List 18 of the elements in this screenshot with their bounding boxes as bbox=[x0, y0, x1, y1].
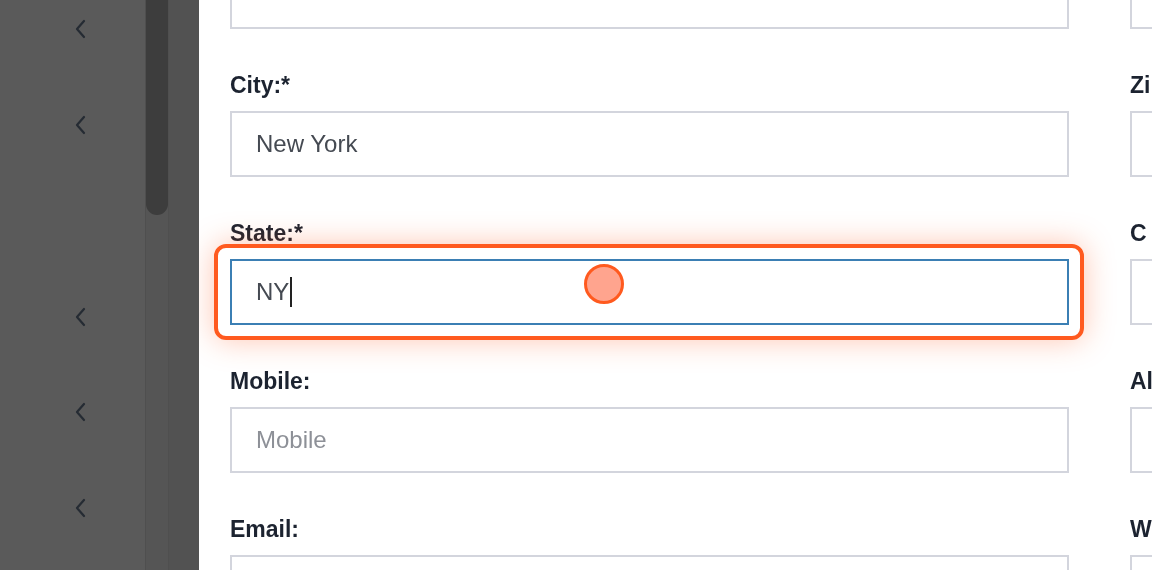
chevron-left-icon[interactable] bbox=[74, 19, 86, 39]
chevron-left-icon[interactable] bbox=[74, 498, 86, 518]
text-field[interactable]: Mobile bbox=[230, 407, 1069, 473]
field-label: Zi bbox=[1130, 71, 1152, 100]
text-cursor bbox=[290, 277, 293, 307]
field-label: City:* bbox=[230, 71, 292, 100]
chevron-left-icon[interactable] bbox=[74, 115, 86, 135]
field-label: Email: bbox=[230, 515, 301, 544]
field-label: C bbox=[1130, 219, 1148, 248]
field-label: W bbox=[1130, 515, 1152, 544]
field-label: Al bbox=[1130, 367, 1152, 396]
scrollbar-thumb[interactable] bbox=[146, 0, 168, 215]
field-label: Mobile: bbox=[230, 367, 312, 396]
text-field[interactable]: NY bbox=[230, 259, 1069, 325]
field-label: State:* bbox=[230, 219, 304, 248]
chevron-left-icon[interactable] bbox=[74, 402, 86, 422]
text-field[interactable]: New York bbox=[230, 111, 1069, 177]
chevron-left-icon[interactable] bbox=[74, 307, 86, 327]
